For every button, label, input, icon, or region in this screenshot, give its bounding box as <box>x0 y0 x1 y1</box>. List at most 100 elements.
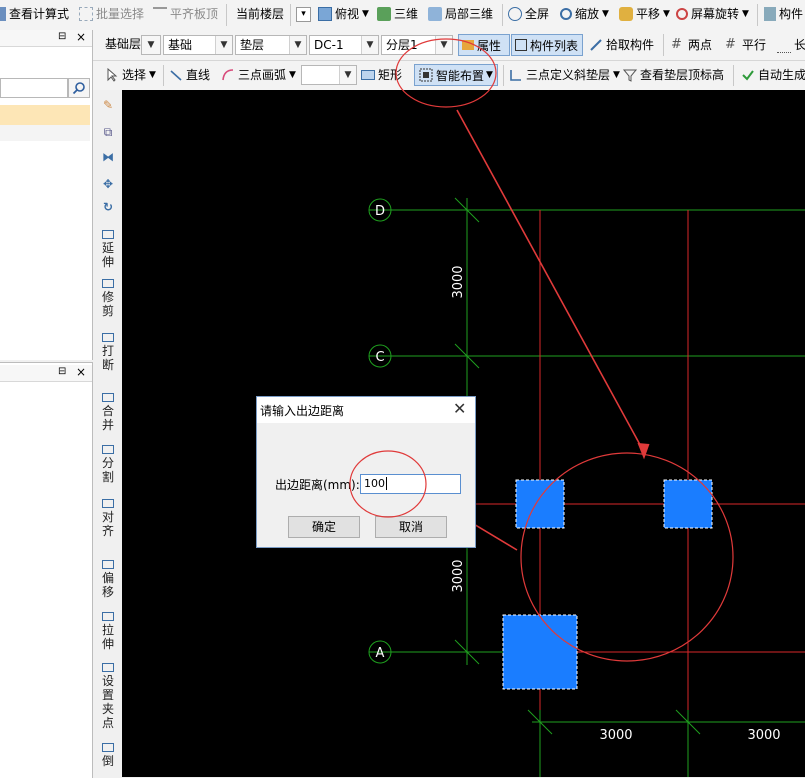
chevron-down-icon: ▼ <box>361 36 378 54</box>
chevron-down-icon: ▼ <box>215 36 232 54</box>
chevron-down-icon: ▾ <box>296 6 311 22</box>
panel-header: ⊟ × <box>0 365 92 382</box>
rotate-tool[interactable]: ↻ <box>95 200 121 214</box>
left-panel-top: ⊟ × <box>0 30 93 360</box>
close-icon[interactable]: × <box>76 30 86 44</box>
three-d-icon <box>377 7 391 21</box>
parallel-button[interactable]: # 平行 <box>725 31 766 59</box>
tool-icon <box>102 333 114 342</box>
tool-icon <box>102 612 114 621</box>
dialog-titlebar: 请输入出边距离 ✕ <box>257 397 475 423</box>
chevron-down-icon: ▼ <box>362 9 369 19</box>
fullscreen-button[interactable]: 全屏 <box>508 0 549 28</box>
side-tool-9[interactable]: 倒 <box>95 743 121 768</box>
side-tool-4[interactable]: 分割 <box>95 445 121 484</box>
panel-search-input[interactable] <box>0 78 68 98</box>
category-select[interactable]: 基础 ▼ <box>163 35 233 55</box>
screen-rotate-button[interactable]: 屏幕旋转 ▼ <box>676 0 749 28</box>
slope-cushion-button[interactable]: 三点定义斜垫层 ▼ <box>509 61 620 89</box>
side-tool-8[interactable]: 设置夹点 <box>95 663 121 730</box>
component-list-button[interactable]: 构件列表 <box>511 34 583 56</box>
search-button[interactable] <box>68 78 90 98</box>
current-floor-button[interactable]: 当前楼层 <box>236 0 284 28</box>
tool-icon <box>102 499 114 508</box>
axis-label-a: A <box>376 646 385 661</box>
type-select[interactable]: 垫层 ▼ <box>235 35 307 55</box>
tool-icon <box>102 560 114 569</box>
chevron-down-icon: ▼ <box>663 9 670 19</box>
chevron-down-icon: ▼ <box>149 70 156 80</box>
local-3d-button[interactable]: 局部三维 <box>428 0 493 28</box>
zoom-button[interactable]: 缩放 ▼ <box>560 0 609 28</box>
cushion-block[interactable] <box>515 479 565 529</box>
side-tool-2[interactable]: 打断 <box>95 333 121 372</box>
copy-tool[interactable]: ⧉ <box>95 125 121 139</box>
move-tool[interactable]: ✥ <box>95 177 121 191</box>
align-top-button[interactable]: 平齐板顶 <box>153 0 218 28</box>
side-tool-0[interactable]: 延伸 <box>95 230 121 269</box>
two-points-icon: # <box>671 37 682 52</box>
chevron-down-icon: ▼ <box>602 9 609 19</box>
component-select[interactable]: DC-1 ▼ <box>309 35 379 55</box>
top-view-button[interactable]: 俯视 ▼ <box>318 0 369 28</box>
close-icon[interactable]: × <box>76 365 86 379</box>
floor-select-arrow[interactable]: ▼ <box>141 35 161 55</box>
side-tool-3[interactable]: 合并 <box>95 393 121 432</box>
view-formula-button[interactable]: 查看计算式 <box>0 0 69 28</box>
chevron-down-icon: ▼ <box>289 36 306 54</box>
filter-icon <box>623 69 637 82</box>
pin-icon[interactable]: ⊟ <box>58 31 66 42</box>
rect-icon <box>361 70 375 80</box>
close-icon[interactable]: ✕ <box>453 399 466 418</box>
three-d-button[interactable]: 三维 <box>377 0 418 28</box>
line-button[interactable]: 直线 <box>169 61 210 89</box>
batch-select-icon <box>79 7 93 21</box>
separator <box>226 4 227 26</box>
shape-select[interactable]: ▼ <box>301 65 357 85</box>
chevron-down-icon: ▼ <box>142 36 160 54</box>
chevron-down-icon: ▼ <box>289 70 296 80</box>
pan-button[interactable]: 平移 ▼ <box>619 0 670 28</box>
tool-icon <box>102 230 114 239</box>
side-tool-1[interactable]: 修剪 <box>95 279 121 318</box>
brush-tool[interactable]: ✎ <box>95 98 121 112</box>
side-tool-7[interactable]: 拉伸 <box>95 612 121 651</box>
separator <box>163 65 164 86</box>
annotation-overlay <box>349 450 427 518</box>
chevron-down-icon: ▼ <box>742 9 749 19</box>
tool-icon <box>102 445 114 454</box>
component-button[interactable]: 构件 <box>764 0 803 28</box>
copy-icon: ⧉ <box>103 125 113 139</box>
view-mode-dropdown[interactable]: ▾ <box>296 0 315 28</box>
select-button[interactable]: 选择 ▼ <box>105 61 156 89</box>
separator <box>757 4 758 26</box>
pick-component-button[interactable]: 拾取构件 <box>589 31 654 59</box>
more-button[interactable]: 长 <box>777 31 805 59</box>
chevron-down-icon: ▼ <box>339 66 356 84</box>
arc-icon <box>222 69 234 81</box>
separator <box>733 65 734 86</box>
batch-select-button[interactable]: 批量选择 <box>79 0 144 28</box>
separator <box>663 34 664 56</box>
side-tool-6[interactable]: 偏移 <box>95 560 121 599</box>
annotation-arrow <box>456 109 645 453</box>
auto-generate-button[interactable]: 自动生成 <box>741 61 805 89</box>
separator <box>290 4 291 26</box>
list-item-selected[interactable] <box>0 105 90 125</box>
line-icon <box>170 70 182 81</box>
list-item[interactable] <box>0 125 90 141</box>
side-tool-5[interactable]: 对齐 <box>95 499 121 538</box>
mirror-tool[interactable]: ⧓ <box>95 150 121 164</box>
tool-icon <box>102 743 114 752</box>
tool-label: 偏移 <box>101 571 114 599</box>
arc-button[interactable]: 三点画弧 ▼ <box>221 61 296 89</box>
separator <box>502 4 503 26</box>
view-cushion-elev-button[interactable]: 查看垫层顶标高 <box>623 61 724 89</box>
tool-label: 修剪 <box>101 290 114 318</box>
checkmark-icon <box>742 70 754 81</box>
two-points-button[interactable]: # 两点 <box>671 31 712 59</box>
tool-label: 拉伸 <box>101 623 114 651</box>
pin-icon[interactable]: ⊟ <box>58 366 66 377</box>
dimension-icon <box>777 38 791 53</box>
cushion-block-large[interactable] <box>502 614 578 690</box>
